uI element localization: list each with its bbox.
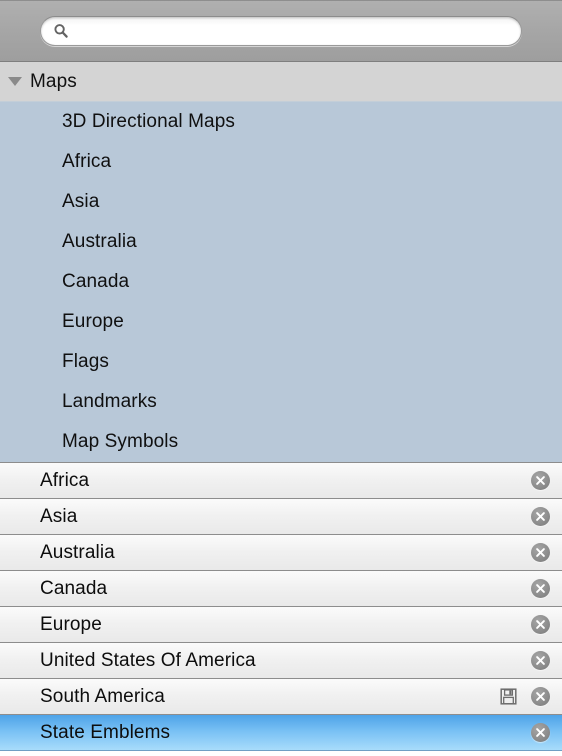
collections-list: Africa Asia Australia Canada Europe United St… <box>0 462 562 756</box>
list-item-label: United States Of America <box>40 649 256 671</box>
tree-item[interactable]: Map Symbols <box>0 422 562 462</box>
list-item-actions <box>531 723 550 742</box>
close-circle-icon[interactable] <box>531 579 550 598</box>
close-circle-icon[interactable] <box>531 507 550 526</box>
tree-item-label: 3D Directional Maps <box>62 111 235 132</box>
media-browser-panel: Maps 3D Directional Maps Africa Asia Austra… <box>0 0 562 756</box>
list-item[interactable]: Europe <box>0 607 562 643</box>
list-item-actions <box>531 471 550 490</box>
tree-item-label: Flags <box>62 351 109 372</box>
list-item[interactable]: Canada <box>0 571 562 607</box>
list-item[interactable]: Africa <box>0 463 562 499</box>
tree-item-label: Landmarks <box>62 391 157 412</box>
tree-item[interactable]: Landmarks <box>0 382 562 422</box>
tree-item[interactable]: Asia <box>0 182 562 222</box>
list-item[interactable]: Australia <box>0 535 562 571</box>
tree-item-label: Australia <box>62 231 137 252</box>
tree-item[interactable]: Canada <box>0 262 562 302</box>
tree-item-label: Africa <box>62 151 112 172</box>
list-item-actions <box>531 651 550 670</box>
list-item-actions <box>531 615 550 634</box>
list-item-label: Europe <box>40 613 102 635</box>
close-circle-icon[interactable] <box>531 543 550 562</box>
tree-item-label: Asia <box>62 191 100 212</box>
list-item-label: Asia <box>40 505 78 527</box>
list-item-label: Canada <box>40 577 108 599</box>
tree-item-label: Europe <box>62 311 124 332</box>
list-item-actions <box>531 507 550 526</box>
list-item[interactable]: Asia <box>0 499 562 535</box>
tree-item[interactable]: Africa <box>0 142 562 182</box>
close-circle-icon[interactable] <box>531 723 550 742</box>
list-item-label: South America <box>40 685 165 707</box>
toolbar <box>0 0 562 62</box>
search-icon <box>54 23 68 38</box>
close-circle-icon[interactable] <box>531 615 550 634</box>
list-item-label: Africa <box>40 469 90 491</box>
tree-item-label: Canada <box>62 271 130 292</box>
list-item[interactable]: State Emblems <box>0 715 562 751</box>
tree-item[interactable]: Europe <box>0 302 562 342</box>
list-item-label: State Emblems <box>40 721 171 743</box>
list-item-actions <box>531 543 550 562</box>
tree-item[interactable]: 3D Directional Maps <box>0 102 562 142</box>
triangle-down-icon[interactable] <box>8 77 22 86</box>
tree-item-label: Map Symbols <box>62 431 179 452</box>
save-disk-icon[interactable] <box>500 688 517 705</box>
close-circle-icon[interactable] <box>531 651 550 670</box>
search-field[interactable] <box>40 15 522 46</box>
list-item[interactable]: United States Of America <box>0 643 562 679</box>
close-circle-icon[interactable] <box>531 471 550 490</box>
list-item-actions <box>500 687 550 706</box>
list-item[interactable]: South America <box>0 679 562 715</box>
close-circle-icon[interactable] <box>531 687 550 706</box>
maps-tree: Maps 3D Directional Maps Africa Asia Austra… <box>0 62 562 462</box>
list-item-actions <box>531 579 550 598</box>
search-input[interactable] <box>75 23 511 38</box>
tree-group-maps[interactable]: Maps <box>0 62 562 102</box>
tree-item-container: 3D Directional Maps Africa Asia Australia Ca… <box>0 102 562 462</box>
tree-group-label: Maps <box>30 70 77 92</box>
tree-item[interactable]: Flags <box>0 342 562 382</box>
tree-item[interactable]: Australia <box>0 222 562 262</box>
list-item-label: Australia <box>40 541 115 563</box>
